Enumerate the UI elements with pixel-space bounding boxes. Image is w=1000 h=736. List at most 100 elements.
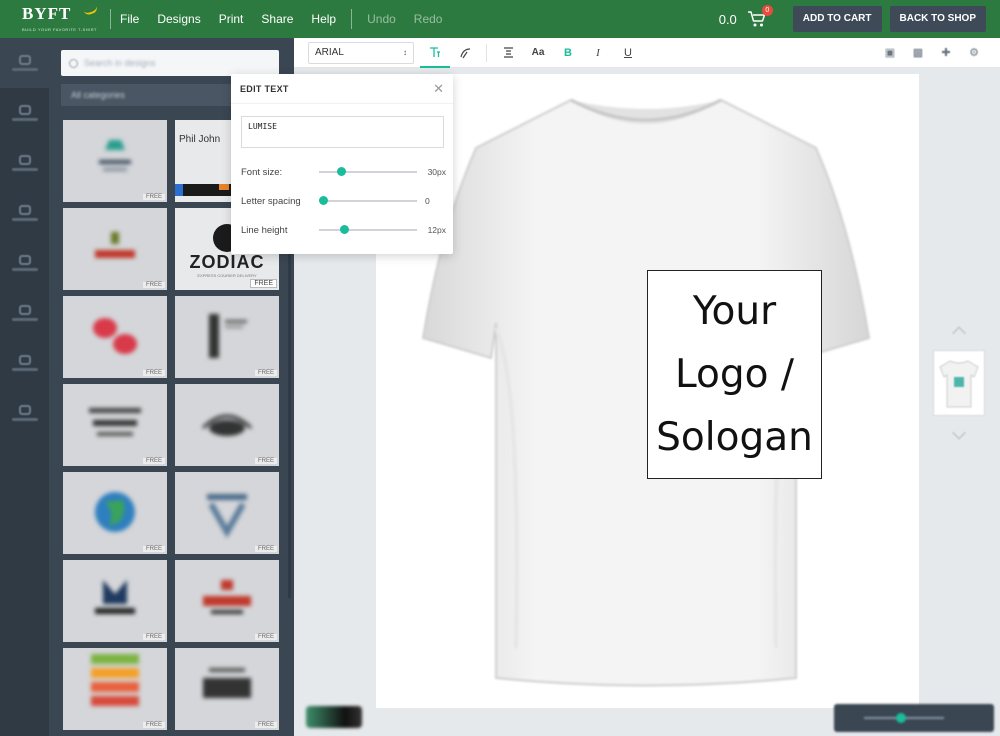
- redo-button[interactable]: Redo: [405, 12, 452, 26]
- rail-item-images[interactable]: [0, 138, 49, 188]
- rail-item-drawing[interactable]: [0, 388, 49, 438]
- design-tile[interactable]: FREE: [175, 560, 279, 642]
- free-badge: FREE: [142, 194, 165, 200]
- design-tile[interactable]: FREE: [175, 296, 279, 378]
- design-tile[interactable]: FREE: [175, 472, 279, 554]
- menu-print[interactable]: Print: [210, 12, 253, 26]
- settings-button[interactable]: ⚙: [960, 38, 988, 68]
- menu-file[interactable]: File: [111, 12, 148, 26]
- rail-item-text[interactable]: [0, 238, 49, 288]
- design-placeholder[interactable]: Your Logo / Sologan: [647, 270, 822, 479]
- product-color-swatch[interactable]: [306, 706, 362, 728]
- free-badge: FREE: [142, 722, 165, 728]
- letter-spacing-knob[interactable]: [318, 196, 328, 205]
- design-canvas[interactable]: Your Logo / Sologan: [376, 74, 919, 708]
- free-badge: FREE: [254, 634, 277, 640]
- thumb-scroll-up-icon[interactable]: [951, 325, 967, 341]
- line-height-label: Line height: [241, 224, 288, 236]
- italic-button[interactable]: I: [583, 38, 613, 68]
- line-height-value: 12px: [427, 225, 446, 235]
- rail-item-layers[interactable]: [0, 338, 49, 388]
- line-height-slider[interactable]: [319, 225, 417, 234]
- edit-text-header: EDIT TEXT ✕: [231, 74, 453, 104]
- design-tile[interactable]: FREE: [63, 296, 167, 378]
- rail-item-designs[interactable]: [0, 188, 49, 238]
- design-tile[interactable]: FREE: [175, 648, 279, 730]
- text-edit-button[interactable]: [420, 38, 450, 68]
- rail-label: [11, 268, 38, 271]
- curve-text-button[interactable]: [450, 38, 480, 68]
- design-thumbnail: [95, 492, 135, 532]
- design-thumbnail: [91, 654, 139, 706]
- undo-button[interactable]: Undo: [358, 12, 405, 26]
- rail-label: [11, 118, 38, 121]
- menu-share[interactable]: Share: [252, 12, 302, 26]
- line-height-knob[interactable]: [339, 225, 349, 234]
- toolbar-right-tools: ▣ ▩ ✚ ⚙: [876, 38, 988, 68]
- design-tile[interactable]: FREE: [63, 120, 167, 202]
- product-view-thumbnail[interactable]: [933, 350, 985, 416]
- free-badge: FREE: [250, 279, 277, 288]
- text-align-button[interactable]: [493, 38, 523, 68]
- line-height-row: Line height 12px: [241, 223, 446, 237]
- design-tile[interactable]: FREE: [175, 384, 279, 466]
- app-logo[interactable]: BYFT BUILD YOUR FAVORITE T-SHIRT: [0, 0, 110, 38]
- design-thumbnail: [207, 494, 247, 538]
- bold-button[interactable]: B: [553, 38, 583, 68]
- position-button[interactable]: ✚: [932, 38, 960, 68]
- templates-icon: [18, 55, 31, 65]
- menu-help[interactable]: Help: [302, 12, 345, 26]
- free-badge: FREE: [254, 722, 277, 728]
- shapes-icon: [18, 305, 31, 315]
- arrange-icon: ▣: [884, 47, 896, 59]
- font-size-slider[interactable]: [319, 167, 417, 176]
- layer-arrange-button[interactable]: ▣: [876, 38, 904, 68]
- zoom-slider-knob[interactable]: [896, 713, 906, 723]
- text-case-button[interactable]: Aa: [523, 38, 553, 68]
- search-icon: [69, 58, 78, 68]
- design-tile[interactable]: FREE: [63, 384, 167, 466]
- rail-label: [11, 168, 38, 171]
- logo-text: BYFT: [22, 4, 72, 23]
- zoom-control[interactable]: [834, 704, 994, 732]
- close-icon[interactable]: ✕: [433, 81, 444, 97]
- design-search[interactable]: Search in designs: [61, 50, 279, 76]
- underline-button[interactable]: U: [613, 38, 643, 68]
- text-icon: [430, 46, 440, 57]
- back-to-shop-button[interactable]: BACK TO SHOP: [889, 6, 986, 32]
- rail-item-cliparts[interactable]: [0, 88, 49, 138]
- rail-label: [11, 318, 38, 321]
- text-content-input[interactable]: LUMISE: [241, 116, 444, 148]
- free-badge: FREE: [254, 458, 277, 464]
- design-tile-subtitle: EXPRESS COURIER DELIVERY: [197, 273, 257, 278]
- font-size-label: Font size:: [241, 166, 283, 178]
- main-menu: File Designs Print Share Help Undo Redo: [111, 9, 451, 29]
- font-size-knob[interactable]: [336, 167, 346, 176]
- design-thumbnail: [95, 232, 135, 258]
- design-tile[interactable]: FREE: [63, 208, 167, 290]
- edit-text-popover: EDIT TEXT ✕ LUMISE Font size: 30px Lette…: [231, 74, 453, 254]
- design-tile[interactable]: FREE: [63, 472, 167, 554]
- layers-button[interactable]: ▩: [904, 38, 932, 68]
- rail-item-templates[interactable]: [0, 38, 49, 88]
- add-to-cart-button[interactable]: ADD TO CART: [792, 6, 882, 32]
- designs-icon: [18, 205, 31, 215]
- design-tile[interactable]: FREE: [63, 648, 167, 730]
- free-badge: FREE: [142, 634, 165, 640]
- menu-designs[interactable]: Designs: [148, 12, 209, 26]
- image-icon: [18, 155, 31, 165]
- letter-spacing-label: Letter spacing: [241, 195, 301, 207]
- pencil-icon: [18, 405, 31, 415]
- cart-icon[interactable]: 0: [747, 5, 773, 28]
- thumb-scroll-down-icon[interactable]: [951, 425, 967, 441]
- font-family-select[interactable]: ARIAL ↕: [308, 41, 414, 64]
- letter-spacing-slider[interactable]: [318, 196, 417, 205]
- rail-item-shapes[interactable]: [0, 288, 49, 338]
- design-tile[interactable]: FREE: [63, 560, 167, 642]
- design-thumbnail: [209, 314, 247, 358]
- text-toolbar: ARIAL ↕ Aa B I U ▣ ▩ ✚ ⚙: [294, 38, 1000, 68]
- design-thumbnail: [93, 318, 137, 354]
- design-thumbnail: [89, 408, 141, 436]
- search-placeholder: Search in designs: [84, 58, 156, 68]
- text-icon: [18, 255, 31, 265]
